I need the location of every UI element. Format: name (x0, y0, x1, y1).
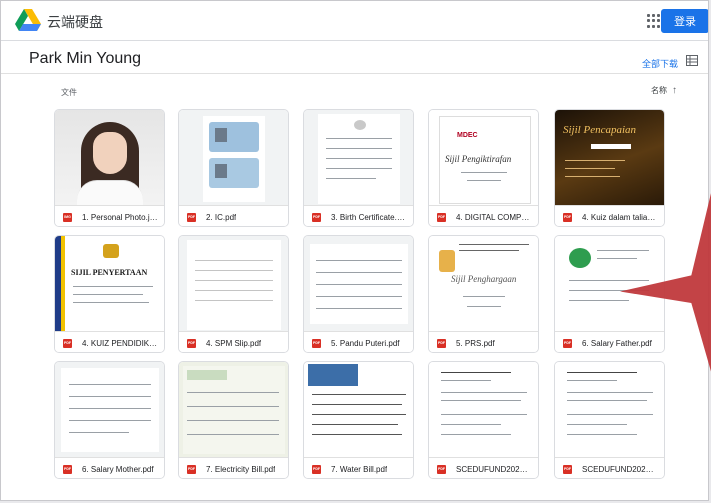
file-tile[interactable]: PDF 2. IC.pdf (178, 109, 289, 227)
file-name: SCEDUFUND2022_Appl... (456, 464, 532, 474)
file-tile[interactable]: PDF 4. SPM Slip.pdf (178, 235, 289, 353)
pdf-file-icon: PDF (563, 338, 572, 348)
pdf-file-icon: PDF (563, 464, 572, 474)
file-tile[interactable]: PDF 7. Water Bill.pdf (303, 361, 414, 479)
file-name: 1. Personal Photo.jpg (82, 212, 158, 222)
file-name: 5. Pandu Puteri.pdf (331, 338, 400, 348)
file-thumbnail (429, 362, 538, 457)
file-thumbnail (55, 110, 164, 205)
file-name: 5. PRS.pdf (456, 338, 495, 348)
file-thumbnail (555, 236, 664, 331)
file-tile[interactable]: PDF 7. Electricity Bill.pdf (178, 361, 289, 479)
pdf-file-icon: PDF (312, 338, 321, 348)
file-thumbnail: MDEC Sijil Pengiktirafan (429, 110, 538, 205)
file-tile[interactable]: PDF SCEDUFUND2022_Appl... (428, 361, 539, 479)
file-thumbnail (55, 362, 164, 457)
file-name: SCEDUFUND2022_Appl... (582, 464, 658, 474)
file-tile[interactable]: PDF 5. Pandu Puteri.pdf (303, 235, 414, 353)
file-name: 7. Electricity Bill.pdf (206, 464, 276, 474)
file-thumbnail (179, 110, 288, 205)
penyertaan-text: SIJIL PENYERTAAN (71, 268, 148, 277)
file-tile[interactable]: IMG 1. Personal Photo.jpg (54, 109, 165, 227)
file-tile[interactable]: Sijil Pencapaian PDF 4. Kuiz dalam talia… (554, 109, 665, 227)
file-grid: IMG 1. Personal Photo.jpg PDF 2. IC.pdf (1, 1, 708, 500)
pdf-file-icon: PDF (187, 212, 196, 222)
pdf-file-icon: PDF (187, 338, 196, 348)
file-name: 6. Salary Father.pdf (582, 338, 652, 348)
file-thumbnail (179, 362, 288, 457)
file-tile[interactable]: PDF 3. Birth Certificate.pdf (303, 109, 414, 227)
drive-window: 云端硬盘 登录 Park Min Young 全部下载 文件 名称 ↑ IMG … (0, 0, 709, 501)
pdf-file-icon: PDF (437, 464, 446, 474)
pdf-file-icon: PDF (437, 212, 446, 222)
file-thumbnail (304, 110, 413, 205)
file-thumbnail (555, 362, 664, 457)
file-thumbnail: SIJIL PENYERTAAN (55, 236, 164, 331)
file-name: 7. Water Bill.pdf (331, 464, 388, 474)
file-tile[interactable]: PDF 6. Salary Mother.pdf (54, 361, 165, 479)
file-tile[interactable]: MDEC Sijil Pengiktirafan PDF 4. DIGITAL … (428, 109, 539, 227)
pdf-file-icon: PDF (312, 212, 321, 222)
pdf-file-icon: PDF (563, 212, 572, 222)
file-thumbnail (304, 362, 413, 457)
pencapaian-text: Sijil Pencapaian (563, 124, 637, 136)
file-tile[interactable]: Sijil Penghargaan PDF 5. PRS.pdf (428, 235, 539, 353)
file-thumbnail (179, 236, 288, 331)
pdf-file-icon: PDF (187, 464, 196, 474)
image-file-icon: IMG (63, 212, 72, 222)
file-name: 4. Kuiz dalam talian.pdf (582, 212, 658, 222)
file-name: 2. IC.pdf (206, 212, 237, 222)
file-name: 4. DIGITAL COMPETEN... (456, 212, 532, 222)
pdf-file-icon: PDF (63, 464, 72, 474)
file-name: 6. Salary Mother.pdf (82, 464, 154, 474)
file-thumbnail: Sijil Penghargaan (429, 236, 538, 331)
file-tile[interactable]: PDF SCEDUFUND2022_Appl... (554, 361, 665, 479)
file-tile[interactable]: SIJIL PENYERTAAN PDF 4. KUIZ PENDIDIKAN … (54, 235, 165, 353)
file-thumbnail (304, 236, 413, 331)
file-thumbnail: Sijil Pencapaian (555, 110, 664, 205)
file-name: 4. KUIZ PENDIDIKAN A... (82, 338, 158, 348)
cert-title-text: Sijil Pengiktirafan (445, 154, 512, 164)
pdf-file-icon: PDF (312, 464, 321, 474)
penghargaan-text: Sijil Penghargaan (451, 274, 517, 284)
pdf-file-icon: PDF (437, 338, 446, 348)
file-name: 4. SPM Slip.pdf (206, 338, 262, 348)
pdf-file-icon: PDF (63, 338, 72, 348)
file-name: 3. Birth Certificate.pdf (331, 212, 407, 222)
cert-brand-text: MDEC (457, 132, 478, 139)
